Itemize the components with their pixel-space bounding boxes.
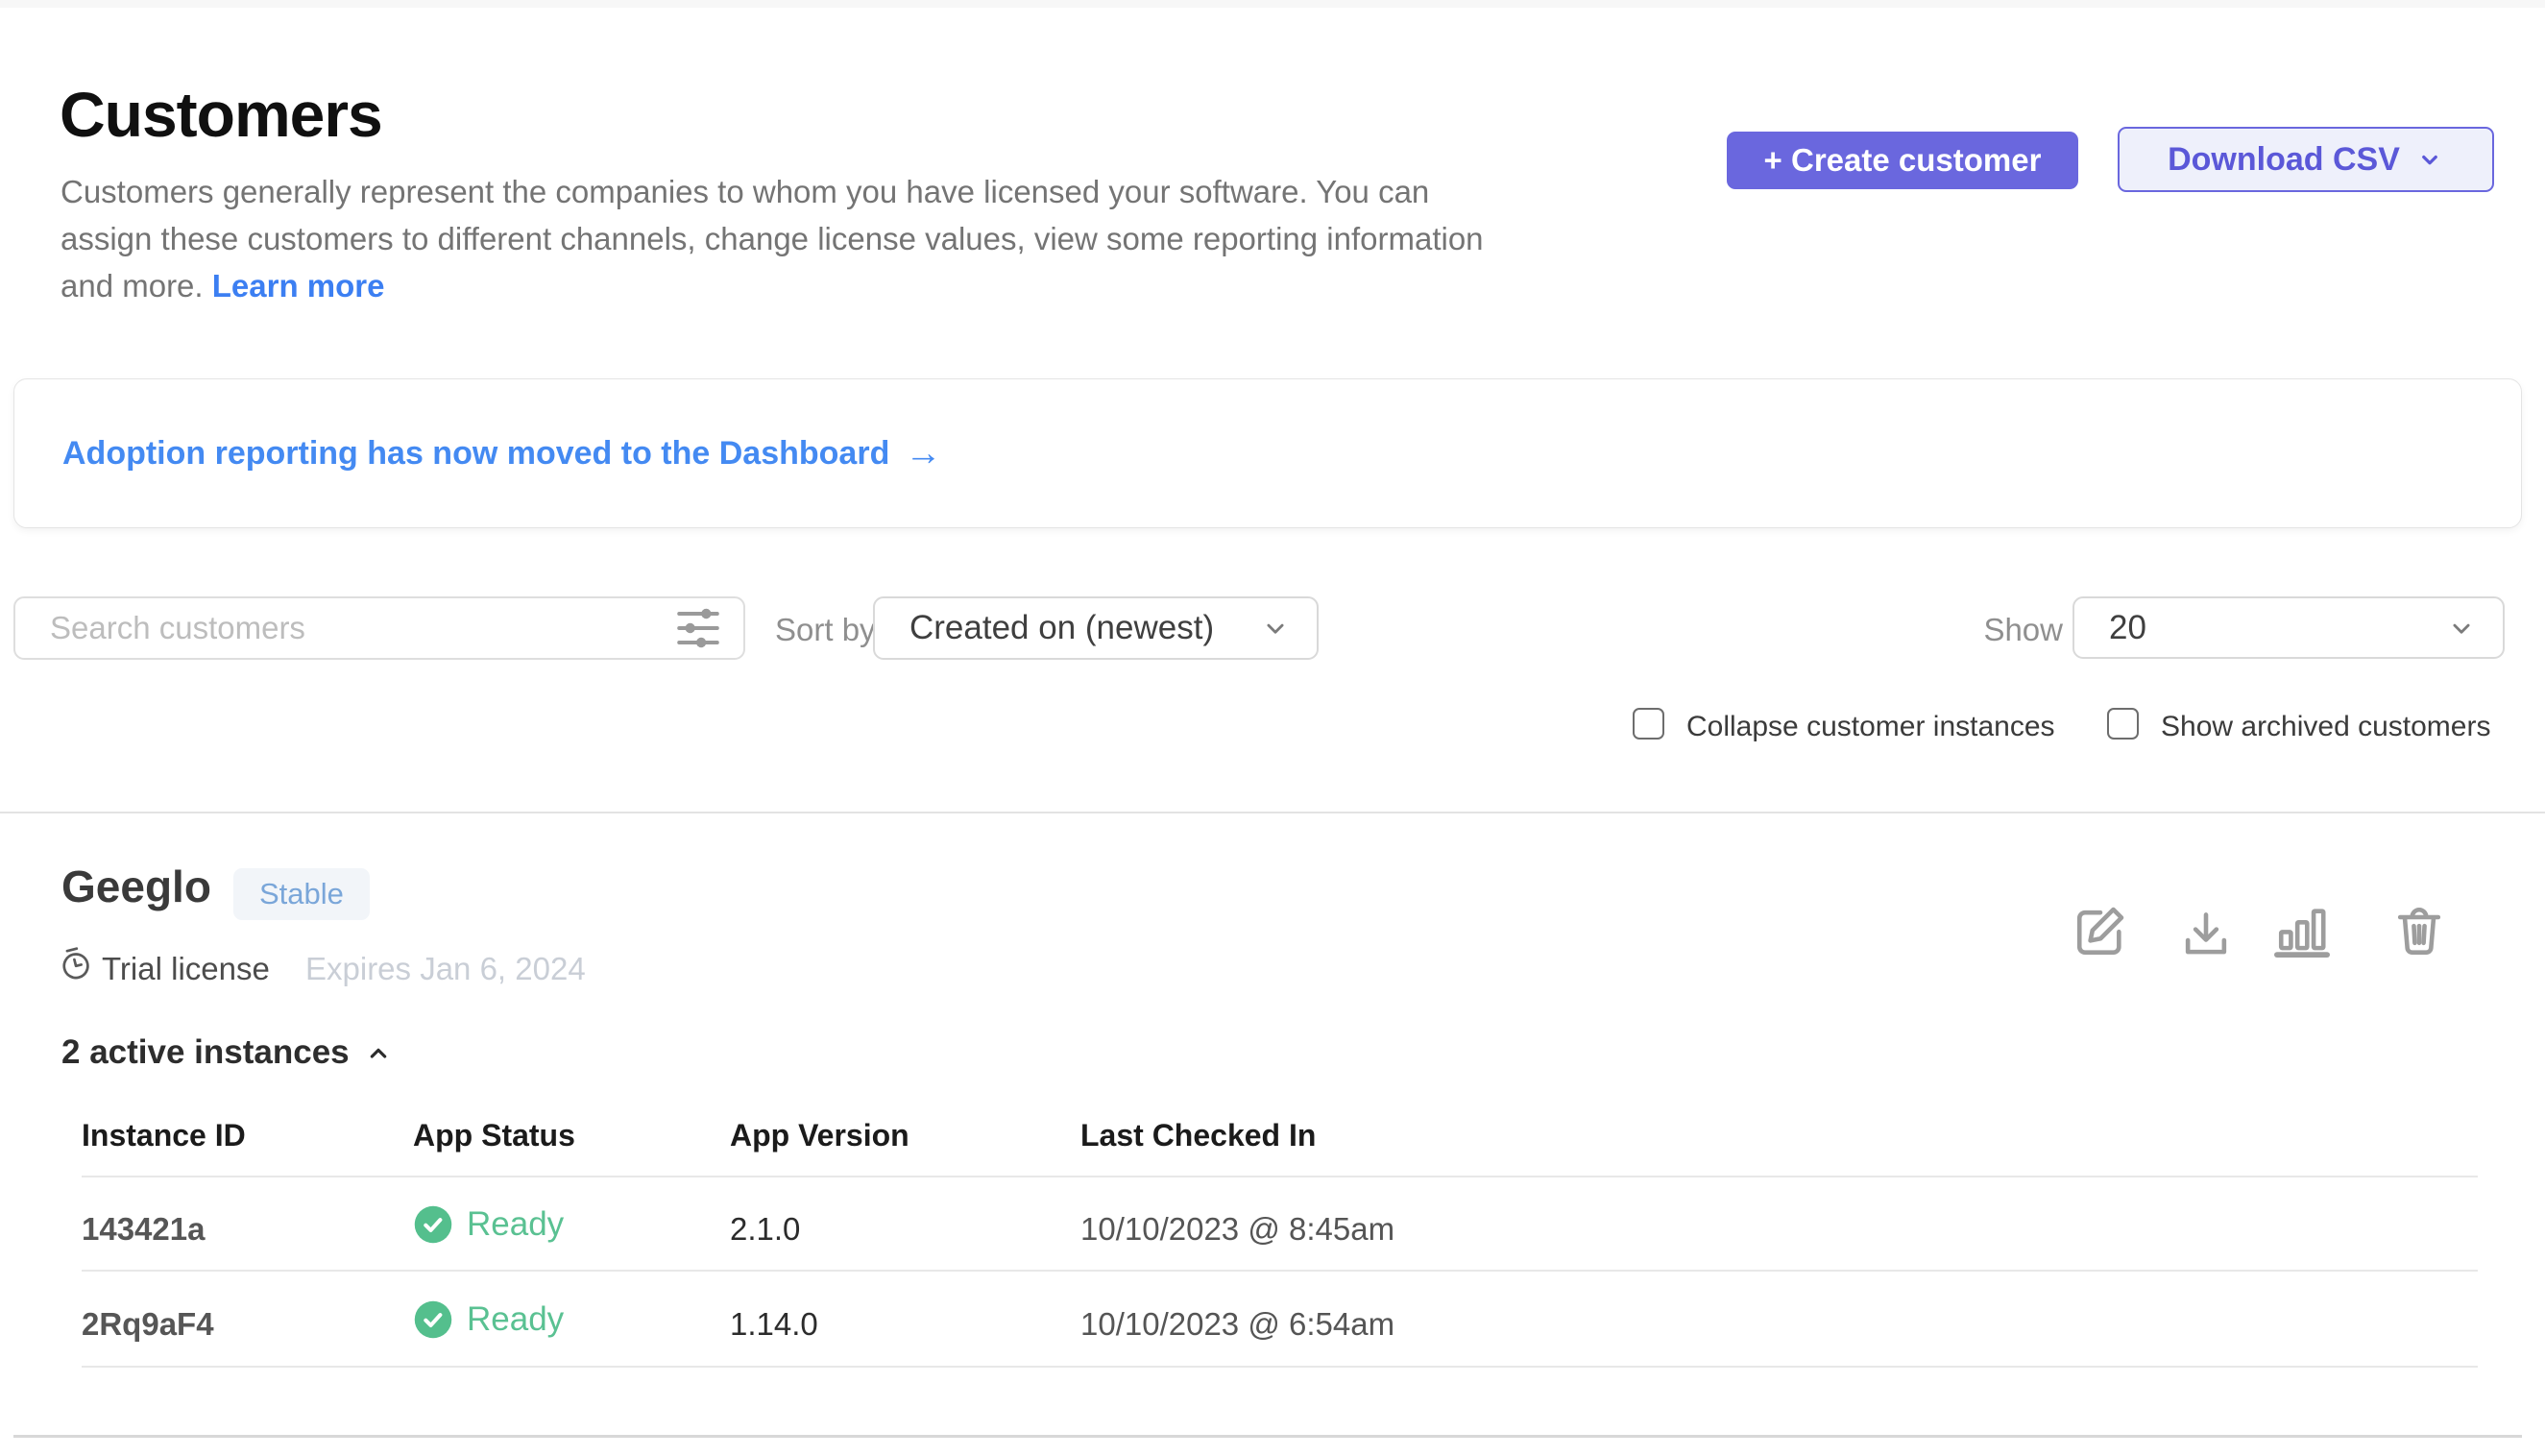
- app-status-text: Ready: [467, 1205, 564, 1244]
- chevron-down-icon: [1259, 612, 1292, 644]
- adoption-banner[interactable]: Adoption reporting has now moved to the …: [13, 378, 2522, 528]
- show-per-page-select[interactable]: 20: [2072, 596, 2505, 659]
- check-circle-icon: [413, 1299, 453, 1340]
- last-checked-in-cell: 10/10/2023 @ 6:54am: [1080, 1306, 1394, 1343]
- instance-id-cell: 2Rq9aF4: [82, 1306, 214, 1343]
- app-status-text: Ready: [467, 1300, 564, 1339]
- table-divider: [82, 1366, 2478, 1368]
- trial-timer-icon: [59, 947, 93, 982]
- description-line-1: Customers generally represent the compan…: [61, 168, 1751, 215]
- search-customers-wrap: [13, 596, 745, 660]
- customers-page: Customers Customers generally represent …: [0, 0, 2545, 1456]
- app-version-cell: 2.1.0: [730, 1211, 800, 1248]
- search-customers-input[interactable]: [13, 596, 745, 660]
- create-customer-button[interactable]: + Create customer: [1727, 132, 2078, 189]
- app-version-cell: 1.14.0: [730, 1306, 818, 1343]
- app-status-cell: Ready: [413, 1204, 564, 1245]
- page-title: Customers: [60, 83, 382, 146]
- customer-card-separator: [13, 1435, 2522, 1438]
- channel-badge-label: Stable: [259, 877, 344, 911]
- collapse-instances-label[interactable]: Collapse customer instances: [1686, 711, 2055, 743]
- show-archived-checkbox[interactable]: [2107, 708, 2139, 740]
- last-checked-in-cell: 10/10/2023 @ 8:45am: [1080, 1211, 1394, 1248]
- bar-chart-icon[interactable]: [2274, 903, 2330, 959]
- active-instances-toggle[interactable]: 2 active instances: [61, 1033, 394, 1072]
- description-line-2: assign these customers to different chan…: [61, 215, 1751, 262]
- top-edge-strip: [0, 0, 2545, 8]
- filter-sliders-icon[interactable]: [674, 604, 722, 652]
- section-divider: [0, 812, 2545, 813]
- chevron-down-icon: [2415, 145, 2444, 174]
- instance-id-cell: 143421a: [82, 1211, 205, 1248]
- download-csv-label: Download CSV: [2168, 141, 2400, 179]
- table-divider: [82, 1176, 2478, 1177]
- download-csv-button[interactable]: Download CSV: [2118, 127, 2494, 192]
- column-header-instance-id: Instance ID: [82, 1118, 246, 1153]
- page-description: Customers generally represent the compan…: [61, 168, 1751, 309]
- app-status-cell: Ready: [413, 1299, 564, 1340]
- customer-name[interactable]: Geeglo: [61, 864, 211, 909]
- chevron-down-icon: [2445, 612, 2478, 644]
- column-header-last-checked-in: Last Checked In: [1080, 1118, 1316, 1153]
- download-license-icon[interactable]: [2178, 907, 2234, 962]
- column-header-app-version: App Version: [730, 1118, 909, 1153]
- show-archived-label[interactable]: Show archived customers: [2161, 711, 2490, 743]
- sort-select[interactable]: Created on (newest): [873, 596, 1319, 660]
- sort-select-value: Created on (newest): [909, 609, 1214, 647]
- arrow-right-icon: →: [905, 435, 941, 472]
- learn-more-link[interactable]: Learn more: [212, 268, 385, 303]
- active-instances-label: 2 active instances: [61, 1033, 350, 1072]
- edit-customer-icon[interactable]: [2072, 903, 2128, 959]
- check-circle-icon: [413, 1204, 453, 1245]
- channel-badge: Stable: [233, 868, 370, 920]
- collapse-instances-checkbox[interactable]: [1633, 708, 1664, 740]
- table-divider: [82, 1270, 2478, 1272]
- chevron-up-icon: [363, 1037, 394, 1068]
- delete-customer-icon[interactable]: [2391, 903, 2447, 959]
- description-line-3: and more.: [61, 268, 212, 303]
- sort-by-label: Sort by: [775, 612, 876, 648]
- license-expiry: Expires Jan 6, 2024: [305, 951, 586, 987]
- show-label: Show: [1959, 612, 2063, 648]
- show-per-page-value: 20: [2109, 609, 2146, 647]
- license-type: Trial license: [102, 951, 270, 987]
- column-header-app-status: App Status: [413, 1118, 575, 1153]
- adoption-banner-link[interactable]: Adoption reporting has now moved to the …: [62, 435, 889, 473]
